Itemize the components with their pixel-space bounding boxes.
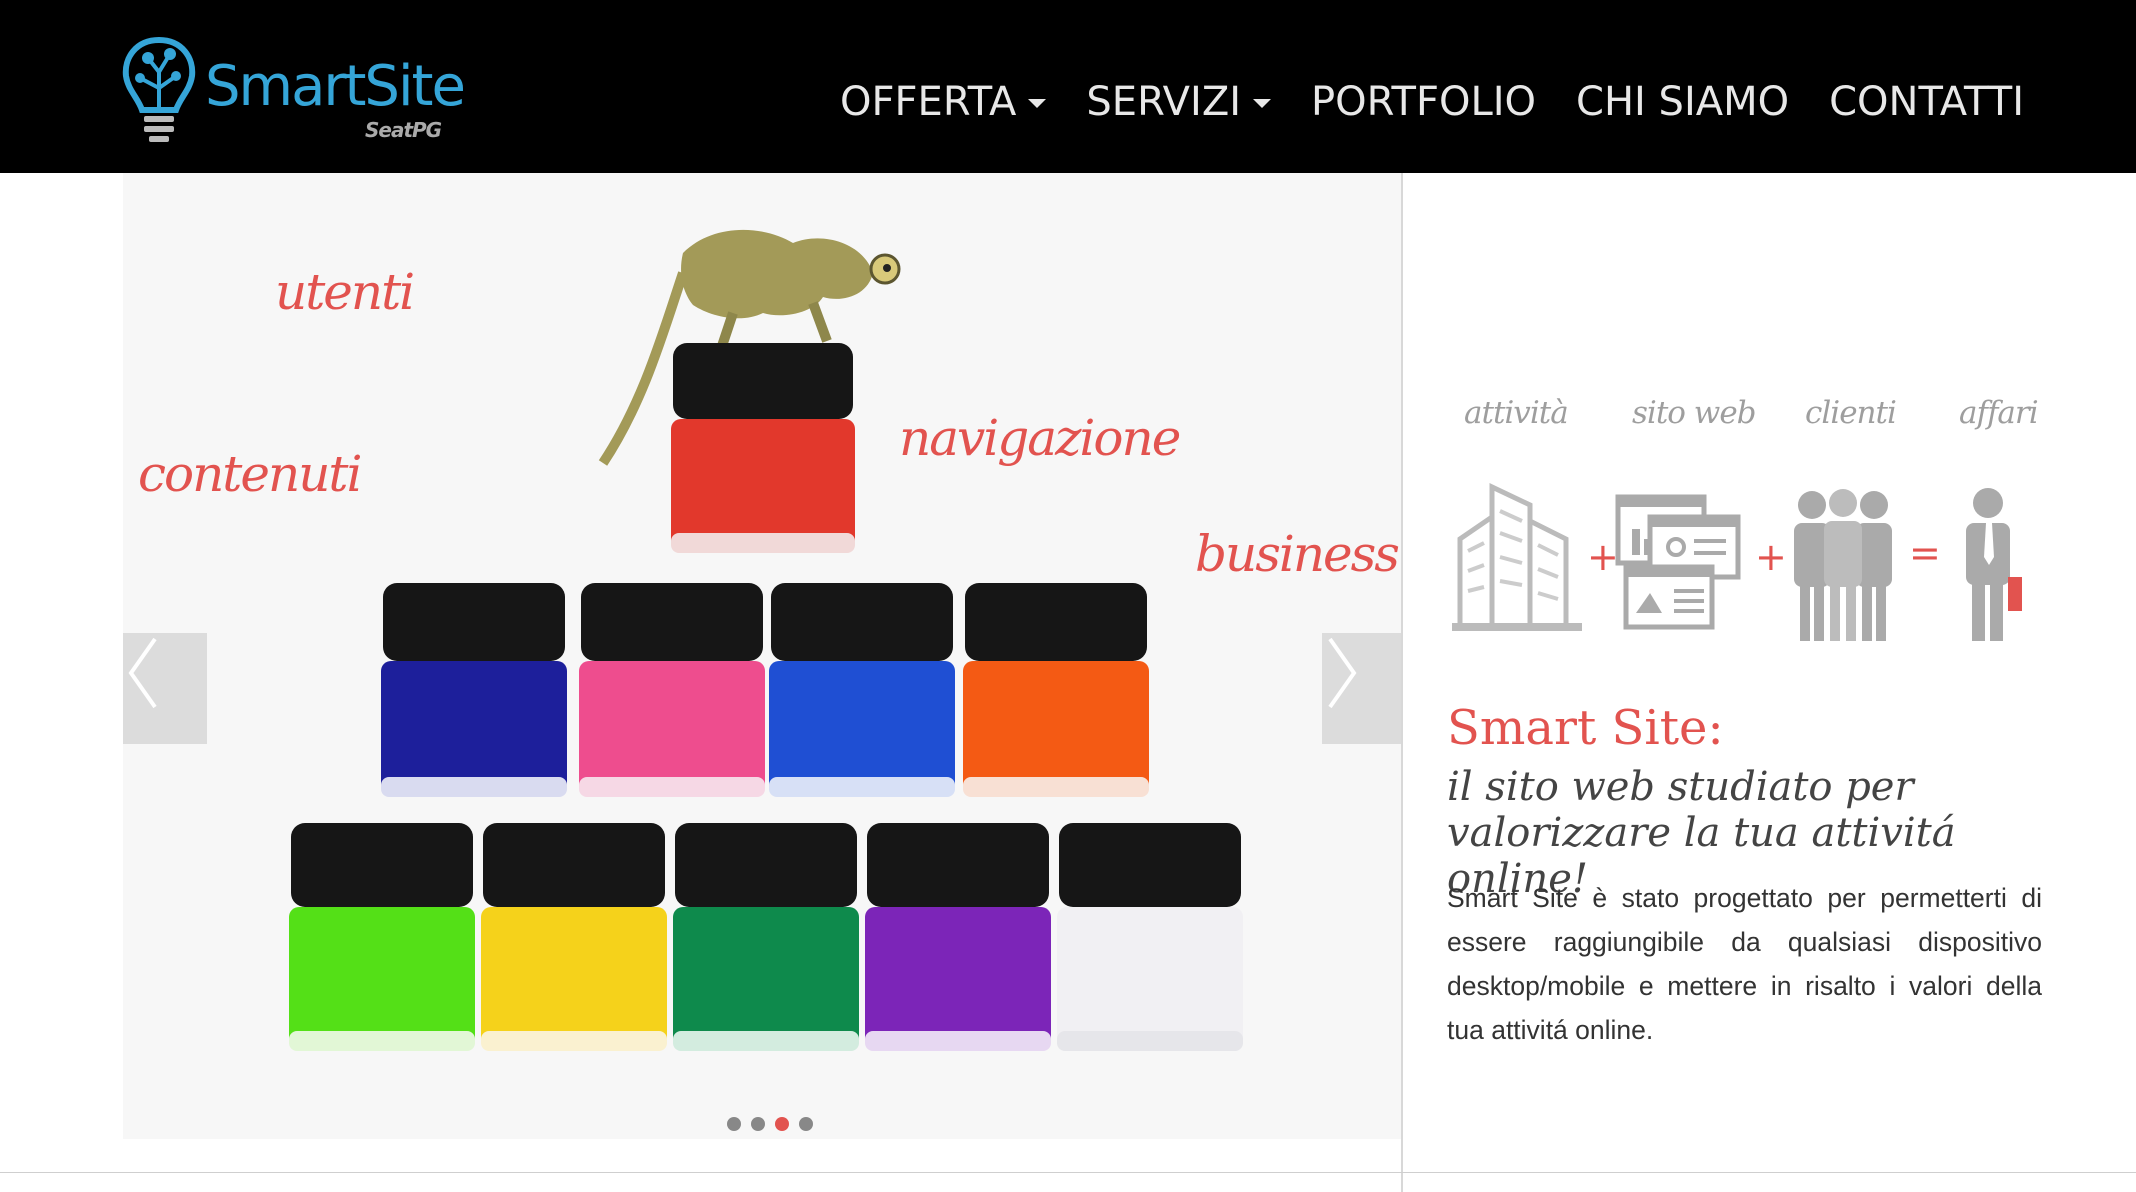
site-header: SmartSite SeatPG OFFERTA SERVIZI PORTFOL… [0,0,2136,173]
slider-dot[interactable] [799,1117,813,1131]
slider-prev-button[interactable] [123,633,207,744]
people-icon [1794,489,1892,641]
logo-text: SmartSite [205,54,466,119]
nav-label: PORTFOLIO [1311,79,1537,125]
word-utenti: utenti [275,263,415,321]
hero-slider[interactable]: utenti contenuti navigazione business [123,173,1401,1139]
smartsite-logo[interactable]: SmartSite SeatPG [120,28,466,148]
nav-servizi[interactable]: SERVIZI [1086,74,1272,130]
nav-label: SERVIZI [1086,79,1242,125]
horizontal-divider [0,1172,2136,1173]
nav-label: OFFERTA [840,79,1017,125]
word-navigazione: navigazione [899,409,1181,467]
building-icon [1452,483,1582,631]
value-equation: attività sito web clienti affari + + = [1450,395,2050,655]
step-label-clienti: clienti [1805,395,1897,431]
vertical-divider [1401,173,1403,1192]
nav-contatti[interactable]: CONTATTI [1829,74,2024,130]
intro-body: Smart Site è stato progettato per permet… [1447,883,2042,1045]
nav-portfolio[interactable]: PORTFOLIO [1311,74,1536,130]
chevron-right-icon [1328,637,1357,709]
plus-sign: + [1755,535,1787,579]
word-contenuti: contenuti [138,445,362,503]
caret-down-icon [1253,98,1272,108]
slider-pagination [727,1117,813,1131]
tagline-line-1: il sito web studiato per [1447,764,1914,810]
lightbulb-icon [122,36,196,142]
nav-chi-siamo[interactable]: CHI SIAMO [1576,74,1789,130]
step-label-attivita: attività [1464,395,1569,431]
main-nav: OFFERTA SERVIZI PORTFOLIO CHI SIAMO CONT… [840,74,2024,130]
equals-sign: = [1909,531,1941,575]
word-business: business [1195,525,1400,583]
slider-dot-active[interactable] [775,1117,789,1131]
intro-headline: Smart Site: [1447,700,1724,756]
nav-label: CONTATTI [1829,79,2024,125]
nav-offerta[interactable]: OFFERTA [840,74,1047,130]
caret-down-icon [1028,98,1047,108]
step-label-affari: affari [1959,395,2039,431]
website-icon [1615,494,1741,630]
slider-next-button[interactable] [1322,633,1401,744]
chevron-left-icon [128,637,157,709]
slider-dot[interactable] [727,1117,741,1131]
businessman-icon [1966,488,2022,641]
logo-subtitle: SeatPG [365,118,442,142]
step-label-sito-web: sito web [1632,395,1757,431]
nav-label: CHI SIAMO [1576,79,1790,125]
slider-dot[interactable] [751,1117,765,1131]
